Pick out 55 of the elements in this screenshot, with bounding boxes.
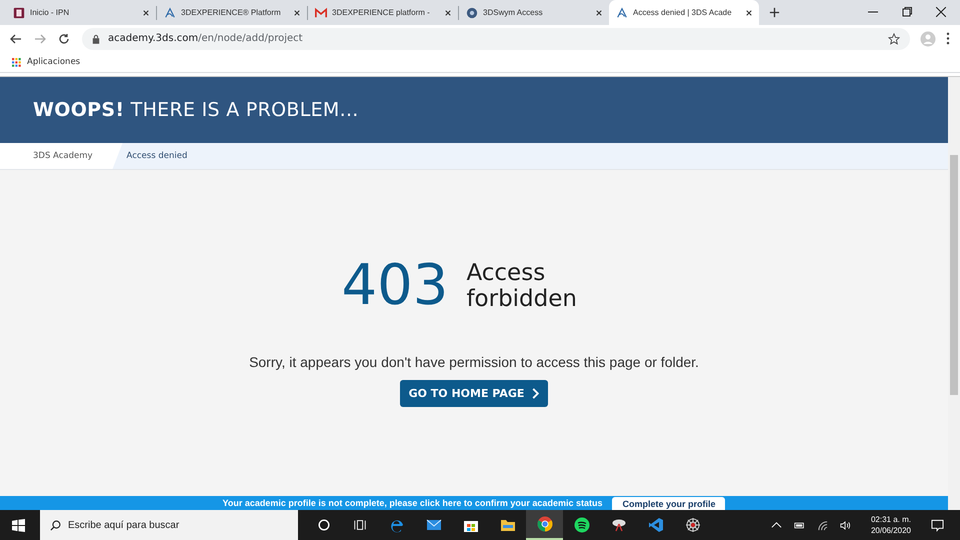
back-arrow-icon[interactable] [10,32,22,44]
close-icon[interactable] [746,10,752,16]
star-icon[interactable] [888,32,900,44]
menu-icon[interactable] [946,32,950,45]
sound-waves-circle-icon [574,517,590,533]
breadcrumb-item[interactable]: Access denied [122,143,210,169]
mail-icon [315,6,327,18]
wifi-icon[interactable] [816,520,828,530]
apps-grid-icon[interactable] [12,58,21,66]
logo-icon [616,6,628,18]
bookmark-link[interactable]: Aplicaciones [27,57,80,67]
url-text: academy.3ds.com/en/node/add/project [108,33,304,44]
reload-icon[interactable] [58,32,70,44]
lock-icon [92,34,100,44]
battery-icon[interactable] [794,520,805,530]
spider-web-icon [684,517,700,533]
error-message: Sorry, it appears you don't have permission to access this page or folder. [249,354,699,370]
new-tab-icon[interactable] [769,7,780,18]
close-icon[interactable] [294,10,300,16]
taskbar-app[interactable] [526,510,563,540]
restore-icon[interactable] [902,7,912,17]
browser-tab[interactable]: 3DSwym Access [459,0,609,25]
close-icon[interactable] [936,7,946,17]
complete-profile-button[interactable]: Complete your profile [612,497,726,510]
breadcrumb-item[interactable]: 3DS Academy [0,143,123,169]
chevron-up-icon[interactable] [770,520,782,530]
cortana-circle-icon[interactable] [317,518,331,532]
search-icon [50,520,61,531]
home-page-button[interactable]: GO TO HOME PAGE [400,380,548,407]
task-view-icon[interactable] [353,518,367,532]
code-editor-icon [648,517,664,533]
notification-icon[interactable] [931,518,944,532]
satellite-dish-icon [610,517,626,533]
logo-icon [164,6,176,18]
header-title: WOOPS! THERE IS A PROBLEM... [33,99,359,121]
close-icon[interactable] [596,10,602,16]
browser-tab[interactable]: 3DEXPERIENCE platform - [308,0,458,25]
folder-icon [500,517,516,533]
clock[interactable]: 02:31 a. m. 20/06/2020 [870,515,911,535]
browser-tab[interactable]: 3DEXPERIENCE® Platform [157,0,307,25]
error-title: Access forbidden [466,260,578,312]
chevron-icon [532,388,540,399]
clock-time: 02:31 a. m. [870,515,911,524]
clock-date: 20/06/2020 [870,526,911,535]
close-icon[interactable] [143,10,149,16]
scrollbar[interactable] [948,77,960,510]
browser-tab[interactable]: Inicio - IPN [6,0,156,25]
speaker-icon[interactable] [840,520,851,530]
close-icon[interactable] [445,10,451,16]
taskbar-search-field[interactable]: Escribe aquí para buscar [40,510,298,540]
windows-logo-icon[interactable] [12,518,25,532]
browser-tab[interactable]: Access denied | 3DS Acade [609,0,759,25]
address-bar[interactable]: academy.3ds.com/en/node/add/project [82,28,910,50]
error-code: 403 [342,258,448,314]
envelope-icon [426,517,442,533]
